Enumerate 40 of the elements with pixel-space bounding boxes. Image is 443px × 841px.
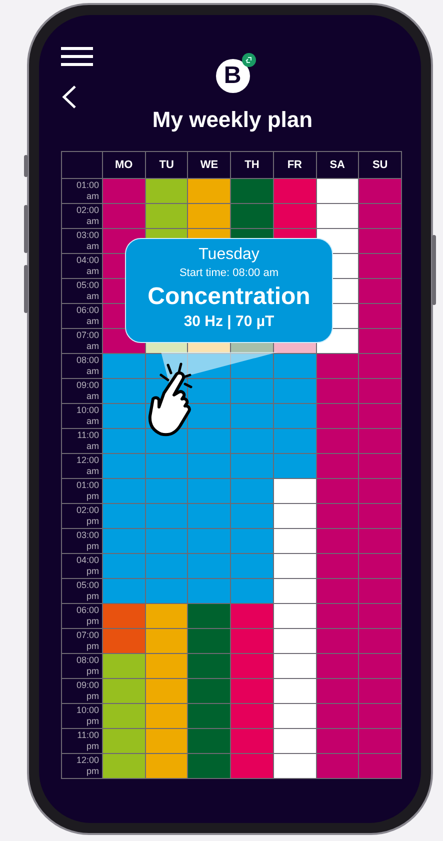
day-header: MO xyxy=(102,152,146,178)
time-label: 06:00 am xyxy=(75,305,99,327)
menu-icon[interactable] xyxy=(61,47,93,66)
time-label: 07:00 am xyxy=(75,330,99,352)
time-label: 01:00 am xyxy=(75,180,99,202)
tooltip-detail: 30 Hz | 70 µT xyxy=(184,313,274,330)
day-header: WE xyxy=(188,152,231,178)
time-label: 02:00 am xyxy=(75,205,99,227)
time-label: 12:00 pm xyxy=(75,755,99,777)
time-label: 08:00 pm xyxy=(75,655,99,677)
time-label: 08:00 am xyxy=(75,355,99,377)
time-label: 07:00 pm xyxy=(75,630,99,652)
time-label: 02:00 pm xyxy=(75,505,99,527)
day-header: SU xyxy=(358,152,402,178)
link-badge-icon xyxy=(242,53,256,67)
time-label: 03:00 pm xyxy=(75,530,99,552)
time-label: 10:00 pm xyxy=(75,705,99,727)
tooltip-day: Tuesday xyxy=(198,246,260,264)
day-header: TU xyxy=(145,152,188,178)
time-label: 06:00 pm xyxy=(75,605,99,627)
time-label: 05:00 am xyxy=(75,280,99,302)
time-label: 01:00 pm xyxy=(75,480,99,502)
tooltip-program: Concentration xyxy=(148,283,310,311)
time-label: 09:00 pm xyxy=(75,680,99,702)
time-label: 12:00 am xyxy=(75,455,99,477)
page-title: My weekly plan xyxy=(152,107,313,133)
time-label: 11:00 am xyxy=(76,430,99,452)
time-label: 04:00 am xyxy=(75,255,99,277)
time-label: 04:00 pm xyxy=(75,555,99,577)
time-label: 10:00 am xyxy=(75,405,99,427)
time-label: 05:00 pm xyxy=(75,580,99,602)
plan-slot[interactable] xyxy=(188,404,231,428)
time-label: 11:00 pm xyxy=(76,730,99,752)
time-label: 03:00 am xyxy=(75,230,99,252)
time-label: 09:00 am xyxy=(75,380,99,402)
day-header: TH xyxy=(230,152,274,178)
tooltip-start-time: Start time: 08:00 am xyxy=(179,267,279,279)
day-header: FR xyxy=(273,152,316,178)
day-header: SA xyxy=(316,152,359,178)
back-icon[interactable] xyxy=(61,85,77,109)
